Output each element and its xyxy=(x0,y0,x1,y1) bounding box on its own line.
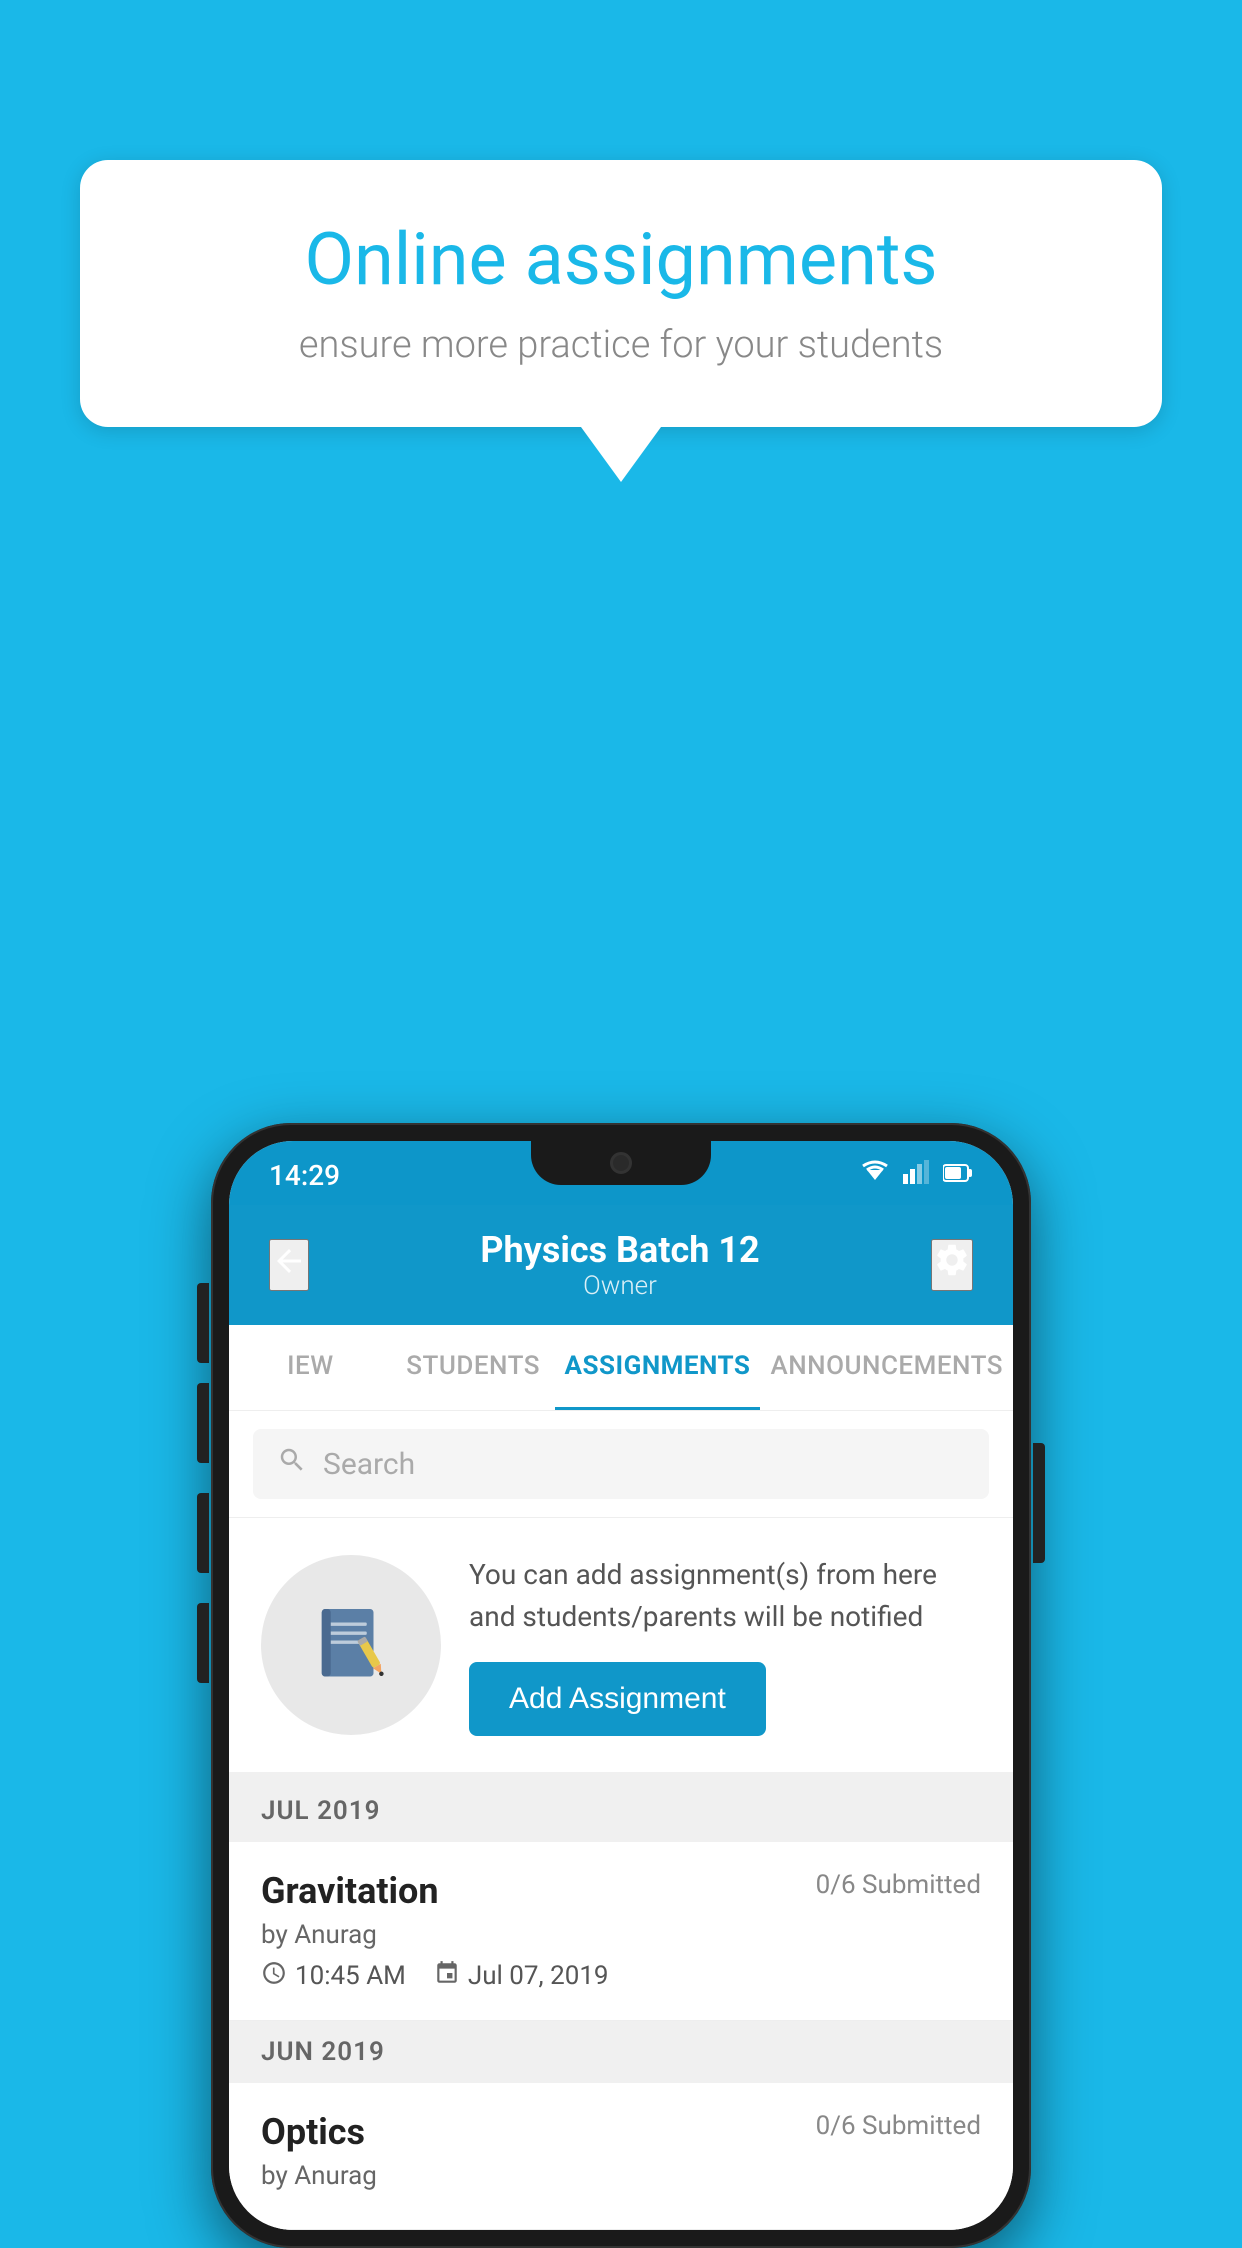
add-assignment-button[interactable]: Add Assignment xyxy=(469,1662,766,1736)
section-header-jun: JUN 2019 xyxy=(229,2021,1013,2083)
assignment-name-optics: Optics xyxy=(261,2111,365,2153)
app-header: Physics Batch 12 Owner xyxy=(229,1205,1013,1325)
assignment-meta: 10:45 AM Jul 07, 2019 xyxy=(261,1960,981,1992)
signal-icon xyxy=(903,1160,931,1190)
assignment-top-row: Gravitation 0/6 Submitted xyxy=(261,1870,981,1912)
search-placeholder: Search xyxy=(323,1447,415,1482)
assignment-time: 10:45 AM xyxy=(295,1961,406,1991)
empty-state: You can add assignment(s) from here and … xyxy=(229,1518,1013,1780)
notch-camera xyxy=(610,1152,632,1174)
section-header-jul: JUL 2019 xyxy=(229,1780,1013,1842)
meta-time: 10:45 AM xyxy=(261,1960,406,1992)
back-button[interactable] xyxy=(269,1239,309,1291)
settings-button[interactable] xyxy=(931,1239,973,1291)
header-title: Physics Batch 12 xyxy=(480,1229,759,1271)
header-subtitle: Owner xyxy=(480,1271,759,1301)
speech-bubble-container: Online assignments ensure more practice … xyxy=(80,160,1162,482)
empty-text: You can add assignment(s) from here and … xyxy=(469,1554,981,1736)
status-icons xyxy=(859,1160,973,1190)
calendar-icon xyxy=(434,1960,460,1992)
empty-description: You can add assignment(s) from here and … xyxy=(469,1554,981,1638)
speech-bubble-subtitle: ensure more practice for your students xyxy=(150,323,1092,367)
empty-icon-circle xyxy=(261,1555,441,1735)
assignment-by: by Anurag xyxy=(261,1920,981,1950)
search-input-wrapper[interactable]: Search xyxy=(253,1429,989,1499)
phone-screen: 14:29 xyxy=(229,1141,1013,2230)
speech-bubble-arrow xyxy=(581,427,661,482)
gear-icon xyxy=(933,1241,971,1279)
assignment-top-row-optics: Optics 0/6 Submitted xyxy=(261,2111,981,2153)
tab-assignments[interactable]: ASSIGNMENTS xyxy=(555,1325,761,1410)
assignment-date: Jul 07, 2019 xyxy=(468,1961,609,1991)
notebook-icon xyxy=(306,1600,396,1690)
phone-wrapper: 14:29 xyxy=(211,1123,1031,2248)
assignment-name: Gravitation xyxy=(261,1870,439,1912)
assignment-submitted-optics: 0/6 Submitted xyxy=(816,2111,981,2141)
search-bar: Search xyxy=(229,1411,1013,1518)
wifi-icon xyxy=(859,1160,891,1190)
phone-notch xyxy=(531,1141,711,1185)
tab-bar: IEW STUDENTS ASSIGNMENTS ANNOUNCEMENTS xyxy=(229,1325,1013,1411)
speech-bubble: Online assignments ensure more practice … xyxy=(80,160,1162,427)
back-arrow-icon xyxy=(271,1243,307,1279)
assignment-by-optics: by Anurag xyxy=(261,2161,981,2191)
assignment-submitted: 0/6 Submitted xyxy=(816,1870,981,1900)
clock-icon xyxy=(261,1960,287,1992)
status-time: 14:29 xyxy=(269,1159,340,1192)
tab-students[interactable]: STUDENTS xyxy=(392,1325,555,1410)
header-center: Physics Batch 12 Owner xyxy=(480,1229,759,1301)
assignment-item-gravitation[interactable]: Gravitation 0/6 Submitted by Anurag 10:4… xyxy=(229,1842,1013,2021)
search-icon xyxy=(277,1445,307,1483)
speech-bubble-title: Online assignments xyxy=(150,220,1092,299)
meta-date: Jul 07, 2019 xyxy=(434,1960,609,1992)
tab-announcements[interactable]: ANNOUNCEMENTS xyxy=(760,1325,1013,1410)
tab-iew[interactable]: IEW xyxy=(229,1325,392,1410)
battery-icon xyxy=(943,1161,973,1189)
phone-outer: 14:29 xyxy=(211,1123,1031,2248)
